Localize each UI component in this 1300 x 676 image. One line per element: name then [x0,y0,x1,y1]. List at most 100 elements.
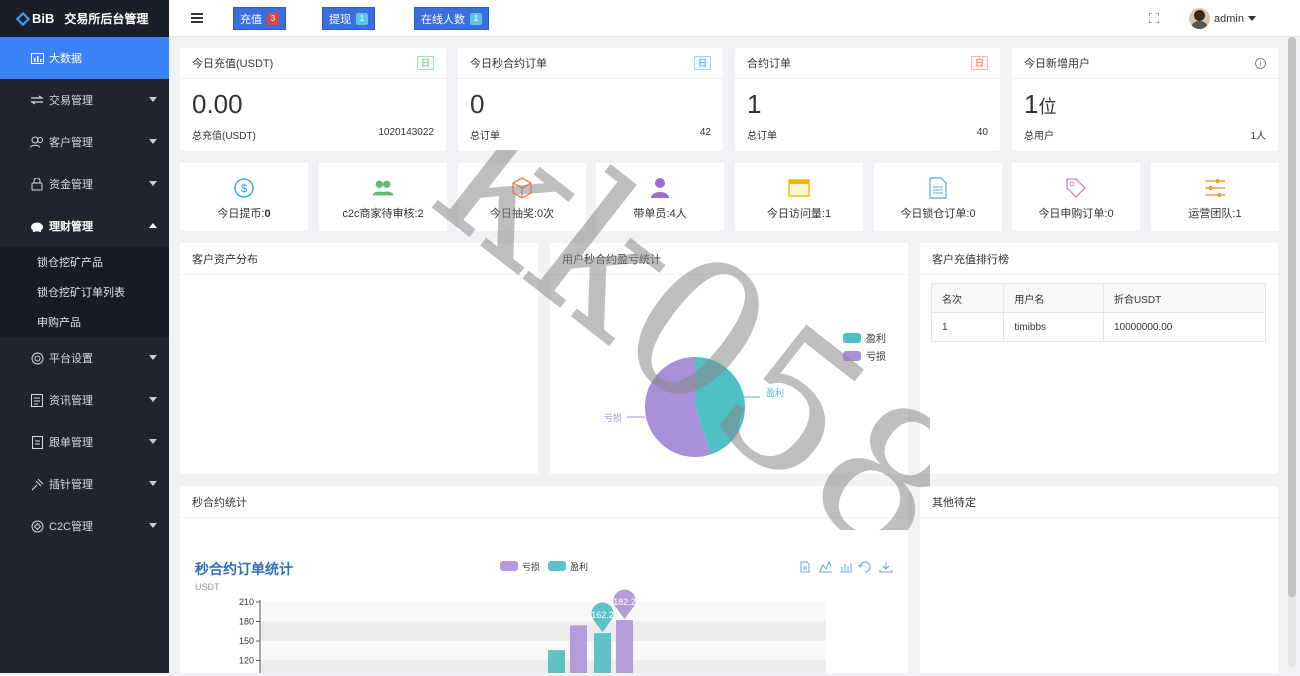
sidebar-item-label: 大数据 [49,53,82,65]
submenu-item-lock-mining-products[interactable]: 锁仓挖矿产品 [0,247,169,277]
recharge-button[interactable]: 充值 3 [233,7,286,30]
legend-swatch-profit[interactable] [843,333,861,343]
y-axis-unit: USDT [195,582,220,592]
bar-loss[interactable] [570,625,587,676]
quick-tile-withdraw[interactable]: $ 今日提币:0 [180,163,308,231]
brand-title: 交易所后台管理 [64,12,149,26]
sidebar: BiB 交易所后台管理 大数据 交易管理 客户管理 资金管理 理财管理 锁仓挖矿… [0,0,169,673]
quick-tile-c2c-review[interactable]: c2c商家待审核:2 [319,163,447,231]
fullscreen-icon[interactable] [1148,12,1160,24]
legend-swatch-profit[interactable] [548,561,566,571]
lock-icon [30,177,44,191]
quick-tile-subscription-orders[interactable]: 今日申购订单:0 [1012,163,1140,231]
recharge-label: 充值 [240,13,262,26]
admin-app: BiB 交易所后台管理 大数据 交易管理 客户管理 资金管理 理财管理 锁仓挖矿… [0,0,1300,676]
chevron-down-icon [149,523,157,528]
sidebar-item-label: 理财管理 [49,221,93,233]
restore-icon[interactable] [857,561,871,573]
stat-value-number: 1 [1024,89,1039,119]
quick-label: 今日提币:0 [180,205,308,221]
sidebar-item-trade[interactable]: 交易管理 [0,79,169,121]
bar-profit[interactable] [594,633,611,676]
bar-chart-icon [30,51,44,65]
pin-icon [30,477,44,491]
sidebar-item-label: 平台设置 [49,353,93,365]
sidebar-item-c2c[interactable]: C2C管理 [0,505,169,547]
online-users-label: 在线人数 [421,13,465,26]
stat-value-unit: 位 [1038,97,1057,117]
panel-title: 用户秒合约盈亏统计 [550,243,908,275]
tag-icon [1065,177,1087,199]
bar-chart-icon[interactable] [840,563,852,573]
quick-label: 今日申购订单:0 [1038,208,1114,220]
submenu-item-lock-mining-orders[interactable]: 锁仓挖矿订单列表 [0,277,169,307]
bar-profit[interactable] [548,650,565,676]
menu-toggle-icon[interactable] [191,13,203,23]
legend-label-loss: 亏损 [866,350,886,363]
download-icon[interactable] [879,562,893,573]
bar-chart: 秒合约订单统计 USDT 亏损 盈利 6090120150180210 162.… [195,560,893,676]
chevron-down-icon [1247,16,1256,21]
quick-tile-visits[interactable]: 今日访问量:1 [735,163,863,231]
scrollbar[interactable] [1288,37,1296,667]
chevron-down-icon [149,481,157,486]
sidebar-item-platform-settings[interactable]: 平台设置 [0,337,169,379]
chevron-up-icon [149,223,157,228]
browser-icon [788,177,810,199]
box-icon [511,177,533,199]
user-menu[interactable]: admin [1189,8,1256,29]
quick-tile-lock-orders[interactable]: 今日锁仓订单:0 [874,163,1002,231]
submenu-item-subscription-products[interactable]: 申购产品 [0,307,169,337]
quick-tile-lottery[interactable]: 今日抽奖:0次 [458,163,586,231]
withdraw-button[interactable]: 提现 1 [322,7,375,30]
grid-band [260,660,826,676]
bar-loss[interactable] [616,620,633,676]
sidebar-item-funds[interactable]: 资金管理 [0,163,169,205]
file-icon [927,177,949,199]
group-icon [372,177,394,199]
quick-label: 带单员:4人 [633,208,687,220]
stat-card-contract-orders: 合约订单 日 1 总订单 40 [735,48,1000,151]
chevron-down-icon [149,139,157,144]
logo[interactable]: BiB 交易所后台管理 [0,0,169,37]
chart-toolbox [800,560,893,573]
sidebar-item-big-data[interactable]: 大数据 [0,37,169,79]
sidebar-item-customer[interactable]: 客户管理 [0,121,169,163]
legend-swatch-loss[interactable] [500,561,518,571]
cell-usdt: 10000000.00 [1102,312,1267,342]
c2c-icon [30,519,44,533]
stat-card-today-recharge: 今日充值(USDT) 日 0.00 总充值(USDT) 1020143022 [180,48,446,151]
legend-swatch-loss[interactable] [843,351,861,361]
sidebar-item-pin[interactable]: 插针管理 [0,463,169,505]
sidebar-item-finance[interactable]: 理财管理 [0,205,169,247]
chevron-down-icon [149,439,157,444]
data-view-icon[interactable] [800,561,810,573]
quick-tile-ops-team[interactable]: 运营团队:1 [1151,163,1279,231]
info-icon[interactable]: i [1255,57,1266,69]
sidebar-item-label: 跟单管理 [49,437,93,449]
settings-icon [30,351,44,365]
day-tag: 日 [416,56,434,70]
online-users-button[interactable]: 在线人数 1 [414,7,489,30]
y-axis: 6090120150180210 [239,597,261,676]
sidebar-item-news[interactable]: 资讯管理 [0,379,169,421]
stat-title: 合约订单 [747,58,791,70]
grid-band [260,621,826,641]
chart-grid [260,602,826,676]
scrollbar-thumb[interactable] [1288,37,1296,597]
ranking-table: 名次 用户名 折合USDT 1 timibbs 10000000.00 [930,283,1267,342]
stat-title: 今日新增用户 [1024,58,1090,70]
line-chart-icon[interactable] [819,560,832,573]
col-usdt: 折合USDT [1102,283,1267,313]
stat-foot-label: 总订单 [470,131,500,142]
sidebar-item-label: 资讯管理 [49,395,93,407]
quick-tile-traders[interactable]: 带单员:4人 [596,163,724,231]
panel-title: 秒合约统计 [180,486,908,518]
topbar: 充值 3 提现 1 在线人数 1 admin [169,0,1300,37]
brand-logo-text: BiB [32,11,55,26]
panel-title: 客户充值排行榜 [920,243,1278,275]
stat-foot-value: 40 [976,127,988,138]
stat-foot-value: 1人 [1250,131,1266,142]
sidebar-item-copy-trading[interactable]: 跟单管理 [0,421,169,463]
quick-label-value: 0 [264,208,271,220]
